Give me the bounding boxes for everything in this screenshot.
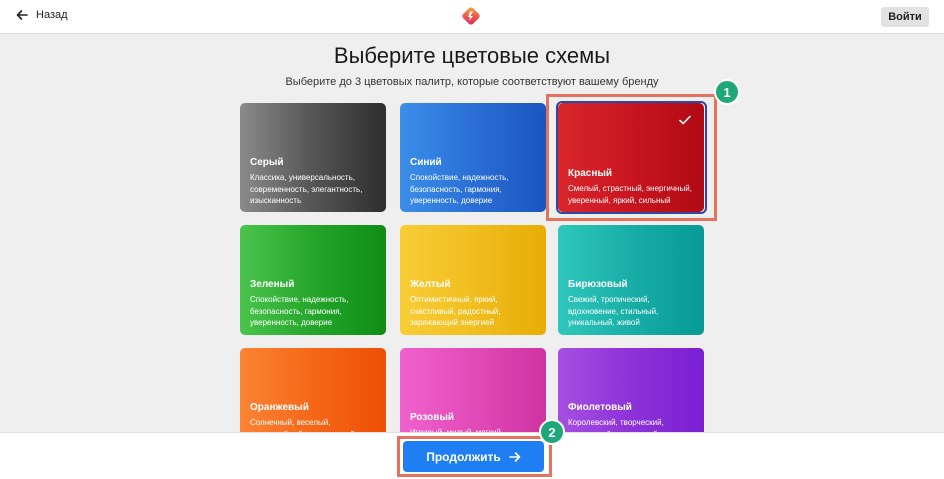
annotation-highlight-2 — [397, 436, 552, 477]
annotation-badge-1: 1 — [714, 79, 740, 105]
page-title: Выберите цветовые схемы — [333, 43, 611, 68]
arrow-left-icon — [16, 10, 28, 20]
palette-name: Бирюзовый — [568, 279, 628, 290]
top-bar: Назад Войти — [0, 0, 944, 34]
palette-card-yellow[interactable]: Желтый Оптимистичный, яркий, счастливый,… — [400, 225, 546, 335]
back-label: Назад — [36, 9, 68, 21]
annotation-badge-2: 2 — [539, 419, 565, 445]
palette-name: Зеленый — [250, 279, 295, 290]
annotation-highlight-1 — [546, 94, 717, 221]
palette-name: Оранжевый — [250, 402, 309, 413]
palette-card-blue[interactable]: Синий Спокойствие, надежность, безопасно… — [400, 103, 546, 212]
palette-name: Синий — [410, 157, 442, 168]
palette-card-turquoise[interactable]: Бирюзовый Свежий, тропический, вдохновен… — [558, 225, 704, 335]
palette-desc: Оптимистичный, яркий, счастливый, радост… — [410, 295, 501, 327]
login-button[interactable]: Войти — [881, 7, 929, 27]
palette-name: Желтый — [410, 279, 451, 290]
app-logo-icon — [462, 7, 480, 25]
palette-card-green[interactable]: Зеленый Спокойствие, надежность, безопас… — [240, 225, 386, 335]
palette-desc: Спокойствие, надежность, безопасность, г… — [410, 173, 509, 205]
palette-name: Фиолетовый — [568, 402, 632, 413]
palette-desc: Свежий, тропический, вдохновение, стильн… — [568, 295, 659, 327]
back-button[interactable]: Назад — [16, 9, 68, 21]
palette-card-gray[interactable]: Серый Классика, универсальность, совреме… — [240, 103, 386, 212]
palette-desc: Классика, универсальность, современность… — [250, 173, 363, 205]
page-subtitle: Выберите до 3 цветовых палитр, которые с… — [285, 76, 659, 88]
palette-name: Серый — [250, 157, 284, 168]
palette-desc: Спокойствие, надежность, безопасность, г… — [250, 295, 349, 327]
palette-name: Розовый — [410, 412, 455, 423]
